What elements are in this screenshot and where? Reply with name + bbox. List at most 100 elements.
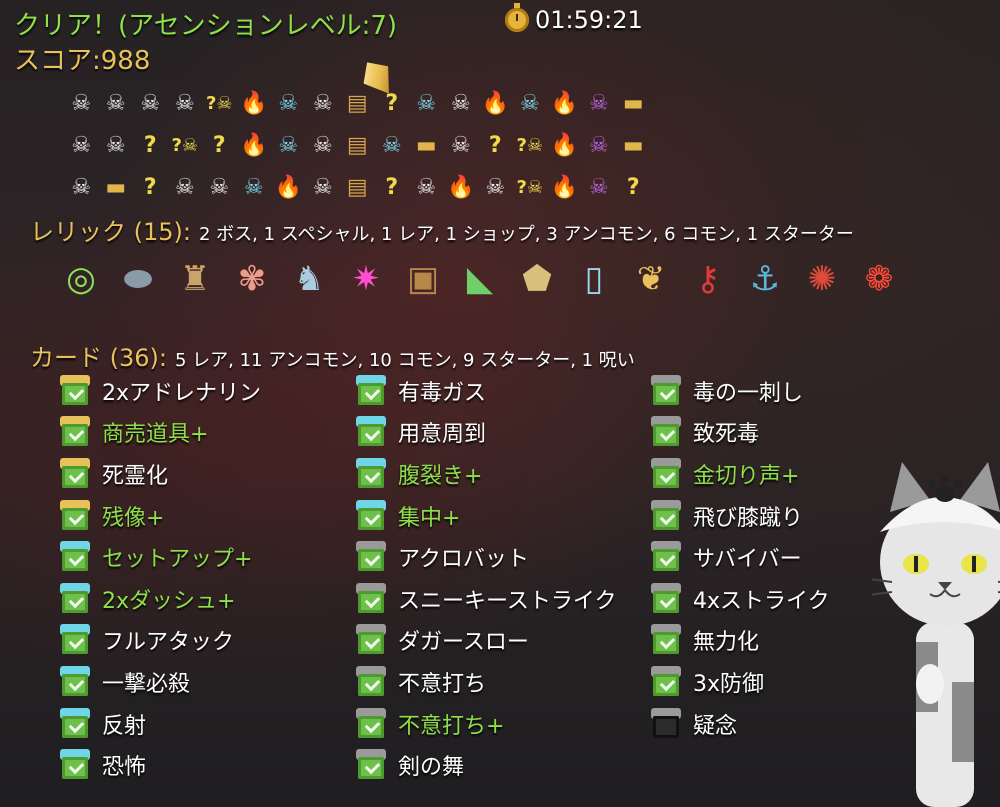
card-list-item[interactable]: 3x防御 [651,661,830,703]
leaf-relic-icon[interactable]: ❦ [626,254,676,304]
map-node-unknown-icon[interactable]: ? [133,128,168,162]
key-relic-icon[interactable]: ⚷ [683,254,733,304]
claw-relic-icon[interactable]: ✺ [797,254,847,304]
map-node-unknown-monster-icon[interactable]: ?☠ [168,128,203,162]
card-list-item[interactable]: 飛び膝蹴り [651,495,830,537]
card-name: 4xストライク [693,588,830,614]
map-node-event-icon[interactable]: ☠ [375,128,410,162]
map-node-rest-icon[interactable]: 🔥 [547,128,582,162]
map-node-monster-icon[interactable]: ☠ [64,170,99,204]
shrimp-relic-icon[interactable]: ✾ [227,254,277,304]
map-node-unknown-icon[interactable]: ? [375,86,410,120]
cannon-relic-icon[interactable]: ⚓ [740,254,790,304]
card-list-item[interactable]: 不意打ち [356,661,616,703]
map-node-unknown-monster-icon[interactable]: ?☠ [513,170,548,204]
flame-relic-icon[interactable]: ✷ [341,254,391,304]
card-list-item[interactable]: 無力化 [651,620,830,662]
map-node-monster-icon[interactable]: ☠ [306,86,341,120]
card-list-item[interactable]: アクロバット [356,536,616,578]
map-node-event-icon[interactable]: ☠ [513,86,548,120]
map-node-event-icon[interactable]: ☠ [237,170,272,204]
map-node-unknown-icon[interactable]: ? [478,128,513,162]
map-node-monster-icon[interactable]: ☠ [306,170,341,204]
map-node-monster-icon[interactable]: ☠ [168,86,203,120]
card-list-item[interactable]: 致死毒 [651,412,830,454]
card-list-item[interactable]: 腹裂き+ [356,453,616,495]
map-node-monster-icon[interactable]: ☠ [444,128,479,162]
card-list-item[interactable]: 集中+ [356,495,616,537]
map-node-event-icon[interactable]: ☠ [409,86,444,120]
map-node-unknown-icon[interactable]: ? [616,170,651,204]
map-node-event-icon[interactable]: ☠ [271,128,306,162]
card-list-item[interactable]: 毒の一刺し [651,370,830,412]
card-list-item[interactable]: フルアタック [60,620,261,662]
stone-relic-icon[interactable]: ⬬ [113,254,163,304]
map-node-monster-icon[interactable]: ☠ [99,86,134,120]
card-list-item[interactable]: 反射 [60,703,261,745]
shoe-relic-icon[interactable]: ◣ [455,254,505,304]
backpack-relic-icon[interactable]: ▣ [398,254,448,304]
card-list-item[interactable]: 4xストライク [651,578,830,620]
map-node-shop-icon[interactable]: ▬ [616,128,651,162]
map-node-unknown-monster-icon[interactable]: ?☠ [513,128,548,162]
card-list-item[interactable]: 有毒ガス [356,370,616,412]
card-list-item[interactable]: サバイバー [651,536,830,578]
map-node-rest-icon[interactable]: 🔥 [237,86,272,120]
map-node-monster-icon[interactable]: ☠ [202,170,237,204]
map-node-boss-icon[interactable]: ☠ [582,86,617,120]
map-node-unknown-icon[interactable]: ? [133,170,168,204]
map-node-shop-icon[interactable]: ▬ [616,86,651,120]
totem-relic-icon[interactable]: ♜ [170,254,220,304]
map-node-monster-icon[interactable]: ☠ [64,86,99,120]
card-column-2: 有毒ガス 用意周到 腹裂き+ 集中+ アクロバット スニーキーストライク ダガースロー 不意打… [356,370,616,786]
card-list-item[interactable]: 死霊化 [60,453,261,495]
card-name: セットアップ+ [102,547,253,573]
map-node-rest-icon[interactable]: 🔥 [237,128,272,162]
map-node-monster-icon[interactable]: ☠ [99,128,134,162]
card-list-item[interactable]: 一撃必殺 [60,661,261,703]
card-list-item[interactable]: 不意打ち+ [356,703,616,745]
mirror-relic-icon[interactable]: ▯ [569,254,619,304]
card-list-item[interactable]: 残像+ [60,495,261,537]
map-node-chest-icon[interactable]: ▤ [340,86,375,120]
map-node-monster-icon[interactable]: ☠ [133,86,168,120]
map-node-event-icon[interactable]: ☠ [271,86,306,120]
map-node-chest-icon[interactable]: ▤ [340,170,375,204]
card-list-item[interactable]: ダガースロー [356,620,616,662]
fish-relic-icon[interactable]: ❁ [854,254,904,304]
map-node-monster-icon[interactable]: ☠ [168,170,203,204]
map-node-shop-icon[interactable]: ▬ [99,170,134,204]
map-node-monster-icon[interactable]: ☠ [306,128,341,162]
cat-mascot-icon [872,462,1000,807]
map-node-rest-icon[interactable]: 🔥 [271,170,306,204]
ring-snake-relic-icon[interactable]: ◎ [56,254,106,304]
card-com-icon [356,749,386,781]
map-node-monster-icon[interactable]: ☠ [409,170,444,204]
card-list-item[interactable]: 用意周到 [356,412,616,454]
card-list-item[interactable]: 2xダッシュ+ [60,578,261,620]
card-list-item[interactable]: 剣の舞 [356,744,616,786]
map-node-boss-icon[interactable]: ☠ [582,128,617,162]
map-node-unknown-monster-icon[interactable]: ?☠ [202,86,237,120]
map-node-rest-icon[interactable]: 🔥 [444,170,479,204]
map-node-rest-icon[interactable]: 🔥 [547,170,582,204]
map-node-rest-icon[interactable]: 🔥 [547,86,582,120]
map-node-chest-icon[interactable]: ▤ [340,128,375,162]
map-node-boss-icon[interactable]: ☠ [582,170,617,204]
card-list-item[interactable]: スニーキーストライク [356,578,616,620]
map-node-shop-icon[interactable]: ▬ [409,128,444,162]
pentagon-relic-icon[interactable]: ⬟ [512,254,562,304]
map-node-unknown-icon[interactable]: ? [375,170,410,204]
map-node-monster-icon[interactable]: ☠ [444,86,479,120]
map-node-unknown-icon[interactable]: ? [202,128,237,162]
card-list-item[interactable]: セットアップ+ [60,536,261,578]
card-list-item[interactable]: 商売道具+ [60,412,261,454]
map-node-rest-icon[interactable]: 🔥 [478,86,513,120]
card-list-item[interactable]: 疑念 [651,703,830,745]
map-node-monster-icon[interactable]: ☠ [64,128,99,162]
map-node-monster-icon[interactable]: ☠ [478,170,513,204]
card-list-item[interactable]: 恐怖 [60,744,261,786]
elephant-relic-icon[interactable]: ♞ [284,254,334,304]
card-list-item[interactable]: 金切り声+ [651,453,830,495]
card-list-item[interactable]: 2xアドレナリン [60,370,261,412]
